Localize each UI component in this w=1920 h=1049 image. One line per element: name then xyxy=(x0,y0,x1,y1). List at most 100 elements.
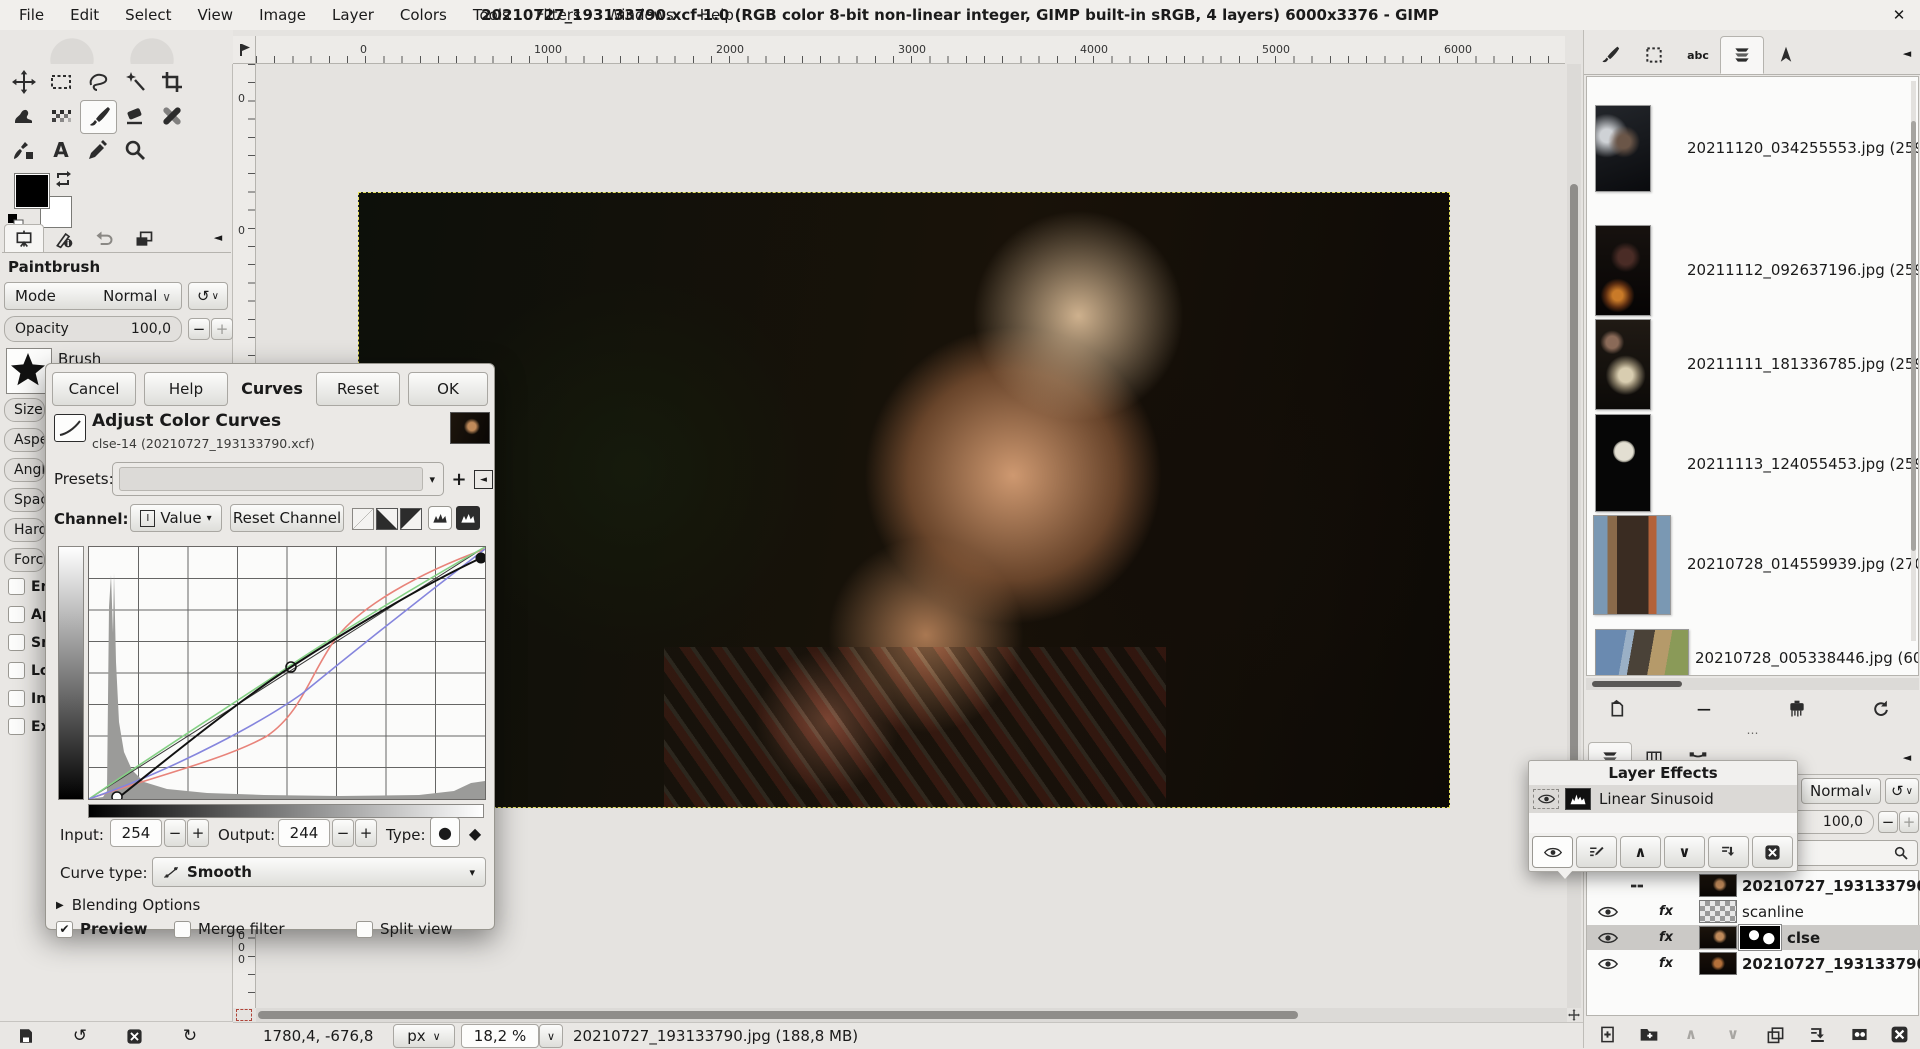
move-tool-icon[interactable] xyxy=(6,66,41,98)
cancel-button[interactable]: Cancel xyxy=(52,372,136,406)
effect-visibility-eye-icon[interactable] xyxy=(1537,793,1555,805)
reset-button[interactable]: Reset xyxy=(316,372,400,406)
menu-tools[interactable]: Tools xyxy=(460,6,523,24)
tab-images[interactable] xyxy=(124,224,164,252)
tab-tool-options[interactable] xyxy=(4,224,44,252)
menu-image[interactable]: Image xyxy=(246,6,319,24)
presets-select[interactable]: ▾ xyxy=(112,462,444,496)
image-list-item[interactable]: 20211113_124055453.jpg (2598 × 46 xyxy=(1687,455,1918,473)
work-on-perceptual-toggle[interactable] xyxy=(456,506,480,530)
effect-raise-button[interactable]: ∧ xyxy=(1620,836,1661,868)
layer-fx-badge[interactable]: fx xyxy=(1659,956,1673,971)
image-thumbnail[interactable] xyxy=(1595,629,1689,675)
image-list-item[interactable]: 20210728_014559939.jpg (2702 × 3 xyxy=(1687,555,1918,573)
hardness-slider[interactable]: Hardn xyxy=(4,518,45,542)
opacity-decrease-button[interactable]: − xyxy=(188,318,210,340)
rectangle-select-tool-icon[interactable] xyxy=(43,66,78,98)
merge-filter-checkbox[interactable]: Merge filter xyxy=(174,920,284,938)
tab-fonts[interactable]: abc xyxy=(1676,36,1720,74)
output-value-field[interactable]: 244 xyxy=(278,819,330,847)
delete-image-button[interactable] xyxy=(1782,696,1812,722)
heal-tool-icon[interactable] xyxy=(154,100,189,132)
new-layer-group-button[interactable] xyxy=(1634,1022,1664,1046)
images-list-scrollbar-thumb[interactable] xyxy=(1911,121,1916,551)
split-view-checkbox[interactable]: Split view xyxy=(356,920,453,938)
image-thumbnail[interactable] xyxy=(1595,105,1651,192)
bucket-fill-tool-icon[interactable] xyxy=(6,100,41,132)
curve-anchor-point[interactable] xyxy=(111,791,123,799)
layer-fx-badge[interactable]: fx xyxy=(1659,930,1673,945)
dock-splitter[interactable]: ⋯ xyxy=(1584,727,1920,740)
delete-tool-preset-button[interactable] xyxy=(120,1025,148,1047)
layer-fx-badge[interactable]: fx xyxy=(1659,904,1673,919)
image-list-item[interactable]: 20210728_005338446.jpg (6000 × xyxy=(1695,649,1918,667)
preview-checkbox[interactable]: ✔ Preview xyxy=(56,920,148,938)
dock-menu-button[interactable]: ◄ xyxy=(1898,748,1916,766)
opacity-increase-button[interactable]: + xyxy=(211,318,233,340)
log-histogram-toggle[interactable] xyxy=(376,508,398,530)
effect-visibility-button[interactable] xyxy=(1532,836,1573,868)
zoom-select-button[interactable]: ∨ xyxy=(539,1024,563,1048)
menu-filters[interactable]: Filters xyxy=(523,6,594,24)
quick-mask-toggle[interactable] xyxy=(236,1009,252,1021)
curve-type-select[interactable]: Smooth ▾ xyxy=(152,857,486,887)
visibility-eye-icon[interactable] xyxy=(1598,931,1618,945)
horizontal-scrollbar[interactable] xyxy=(256,1008,1567,1022)
point-type-corner-button[interactable]: ◆ xyxy=(462,820,488,846)
size-slider[interactable]: Size xyxy=(4,398,45,422)
dock-menu-button[interactable]: ◄ xyxy=(1898,44,1916,62)
crop-tool-icon[interactable] xyxy=(154,66,189,98)
refresh-images-button[interactable] xyxy=(1866,696,1896,722)
effect-remove-button[interactable] xyxy=(1752,836,1793,868)
tab-patterns[interactable] xyxy=(1632,36,1676,74)
input-value-field[interactable]: 254 xyxy=(110,819,162,847)
visibility-eye-icon[interactable] xyxy=(1598,957,1618,971)
layer-row[interactable]: 20210727_193133790 xyxy=(1587,873,1920,898)
free-select-tool-icon[interactable] xyxy=(80,66,115,98)
raise-layer-button[interactable]: ∧ xyxy=(1676,1022,1706,1046)
images-hscrollbar-thumb[interactable] xyxy=(1592,681,1682,687)
image-thumbnail[interactable] xyxy=(1595,225,1651,316)
image-thumbnail[interactable] xyxy=(1593,515,1671,615)
output-increase-button[interactable]: + xyxy=(355,819,377,847)
close-window-button[interactable]: ✕ xyxy=(1886,0,1912,30)
layer-mode-select[interactable]: Normal ∨ xyxy=(1801,778,1881,804)
layer-row[interactable]: fx scanline xyxy=(1587,899,1920,924)
duplicate-layer-button[interactable] xyxy=(1760,1022,1790,1046)
work-on-linear-toggle[interactable] xyxy=(428,506,452,530)
tab-brushes[interactable] xyxy=(1588,36,1632,74)
menu-view[interactable]: View xyxy=(184,6,246,24)
preset-menu-button[interactable]: ◄ xyxy=(474,470,493,489)
menu-file[interactable]: File xyxy=(6,6,57,24)
foreground-color-swatch[interactable] xyxy=(14,173,50,209)
add-preset-button[interactable]: + xyxy=(448,468,470,490)
zoom-level-input[interactable]: 18,2 % xyxy=(461,1024,539,1048)
add-mask-button[interactable] xyxy=(1844,1022,1874,1046)
text-tool-icon[interactable]: A xyxy=(43,134,78,166)
layer-row[interactable]: fx 20210727_193133790 xyxy=(1587,951,1920,976)
menu-colors[interactable]: Colors xyxy=(387,6,460,24)
tab-images-list[interactable] xyxy=(1720,36,1764,74)
navigation-button[interactable] xyxy=(1567,1008,1581,1022)
reset-channel-button[interactable]: Reset Channel xyxy=(230,504,344,532)
merge-layer-button[interactable] xyxy=(1802,1022,1832,1046)
effect-lower-button[interactable]: ∨ xyxy=(1664,836,1705,868)
color-picker-tool-icon[interactable] xyxy=(80,134,115,166)
dock-menu-button[interactable]: ◄ xyxy=(208,227,228,247)
layer-mask-thumbnail[interactable] xyxy=(1738,924,1782,951)
histogram-scale-toggle[interactable] xyxy=(400,508,422,530)
help-button[interactable]: Help xyxy=(144,372,228,406)
force-slider[interactable]: Force xyxy=(4,548,45,572)
ruler-origin-icon[interactable] xyxy=(233,36,256,64)
paint-mode-select[interactable]: Mode Normal ∨ xyxy=(4,282,182,310)
menu-select[interactable]: Select xyxy=(112,6,184,24)
channel-select[interactable]: I Value ▾ xyxy=(130,504,222,532)
layer-effect-item[interactable]: Linear Sinusoid xyxy=(1529,785,1797,813)
remove-image-button[interactable]: − xyxy=(1689,696,1719,722)
lower-layer-button[interactable]: ∨ xyxy=(1718,1022,1748,1046)
menu-windows[interactable]: Windows xyxy=(594,6,687,24)
zoom-tool-icon[interactable] xyxy=(117,134,152,166)
effect-edit-button[interactable] xyxy=(1576,836,1617,868)
ink-tool-icon[interactable] xyxy=(6,134,41,166)
ok-button[interactable]: OK xyxy=(408,372,488,406)
